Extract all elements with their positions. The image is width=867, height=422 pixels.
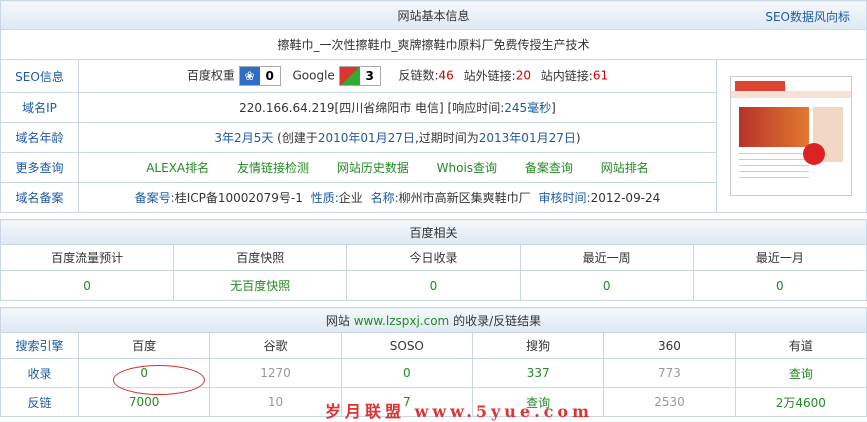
backlinks-value: 46 [438,68,454,83]
age-end: ) [575,131,581,145]
index-header-suffix: 的收录/反链结果 [453,313,542,328]
baidu-paw-icon: ❀ [239,67,260,85]
index-header: 网站 www.lzspxj.com 的收录/反链结果 [0,307,867,333]
baidu-header: 百度相关 [0,219,867,245]
ip-label: 域名IP [0,92,79,123]
index-360[interactable]: 773 [603,358,736,388]
alexa-link[interactable]: ALEXA排名 [146,161,209,175]
backlink-360[interactable]: 2530 [603,387,736,417]
beian-no-label: 备案号: [134,191,175,205]
company-value: 柳州市高新区集爽鞋巾厂 [398,191,531,205]
beian-no: 桂ICP备10002079号-1 [174,191,303,205]
watermark: 岁月联盟 www.5yue.com [325,402,594,421]
google-pr-icon [339,67,360,85]
baidu-table: 百度相关 百度流量预计 百度快照 今日收录 最近一周 最近一月 0 无百度快照 … [0,219,867,301]
site-info-table: 网站基本信息 SEO数据风向标 擦鞋巾_一次性擦鞋巾_爽牌擦鞋巾原料厂免费传授生… [0,0,867,213]
friendlink-check-link[interactable]: 友情链接检测 [237,161,309,175]
seo-label: SEO信息 [0,59,79,93]
backlink-youdao[interactable]: 2万4600 [734,387,867,417]
baidu-week-value: 0 [519,270,694,301]
baidu-weight-badge[interactable]: ❀ 0 [238,66,281,86]
google-pr-badge[interactable]: 3 [338,66,381,86]
index-header-prefix: 网站 [325,313,350,328]
response-label: [响应时间: [447,101,505,115]
engine-col-label: 搜索引擎 [0,332,79,359]
nature-label: 性质: [310,191,339,205]
created-value: 2010年01月27日 [317,131,415,145]
whois-link[interactable]: Whois查询 [437,161,497,175]
index-youdao[interactable]: 查询 [734,358,867,388]
baidu-weight-value: 0 [259,67,280,85]
expire-label: ,过期时间为 [414,131,479,145]
beian-query-link[interactable]: 备案查询 [525,161,573,175]
baidu-weight-label: 百度权重 [186,68,235,83]
backlinks-label: 反链数: [398,68,439,83]
baidu-col-week: 最近一周 [519,244,694,271]
engine-col-sogou: 搜狗 [471,332,605,359]
seo-trend-link[interactable]: SEO数据风向标 [765,8,850,25]
index-domain-link[interactable]: www.lzspxj.com [354,314,450,328]
beian-date: 2012-09-24 [590,191,661,205]
age-label: 域名年龄 [0,122,79,153]
ip-value: 220.166.64.219[四川省绵阳市 电信] [239,101,444,115]
site-thumbnail[interactable] [715,59,867,213]
engine-col-soso: SOSO [340,332,473,359]
more-query-links: ALEXA排名 友情链接检测 网站历史数据 Whois查询 备案查询 网站排名 [78,152,717,183]
expire-value: 2013年01月27日 [478,131,576,145]
baidu-today-value: 0 [346,270,521,301]
backlink-google[interactable]: 10 [209,387,342,417]
baidu-col-today: 今日收录 [346,244,521,271]
baidu-snapshot-value[interactable]: 无百度快照 [173,270,348,301]
seo-info-cell: 百度权重 ❀ 0 Google 3 反链数:46 站外链接:20 站内链接:61 [78,59,717,93]
response-value: 245毫秒 [504,101,552,115]
engine-col-360: 360 [603,332,736,359]
inlinks-label: 站内链接: [540,68,593,83]
google-label: Google [292,68,335,83]
engine-col-google: 谷歌 [209,332,342,359]
index-google[interactable]: 1270 [209,358,342,388]
site-info-title: 网站基本信息 [397,8,470,23]
more-query-label: 更多查询 [0,152,79,183]
inlinks-value: 61 [592,68,609,83]
history-link[interactable]: 网站历史数据 [337,161,409,175]
index-soso[interactable]: 0 [340,358,473,388]
beian-date-label: 审核时间: [538,191,591,205]
baidu-traffic-value: 0 [0,270,175,301]
baidu-col-snapshot: 百度快照 [173,244,348,271]
baidu-month-value: 0 [692,270,867,301]
baidu-col-traffic: 百度流量预计 [0,244,175,271]
index-row-label: 收录 [0,358,79,388]
backlink-row-label: 反链 [0,387,79,417]
site-rank-link[interactable]: 网站排名 [601,161,649,175]
response-end: ] [551,101,556,115]
nature-value: 企业 [338,191,363,205]
engine-col-youdao: 有道 [734,332,867,359]
thumbnail-image [730,76,853,196]
beian-cell: 备案号:桂ICP备10002079号-1 性质:企业 名称:柳州市高新区集爽鞋巾… [78,182,717,213]
company-label: 名称: [370,191,399,205]
beian-label: 域名备案 [0,182,79,213]
age-cell: 3年2月5天 (创建于2010年01月27日,过期时间为2013年01月27日) [78,122,717,153]
annotation-circle [113,365,205,395]
site-info-header: 网站基本信息 SEO数据风向标 [0,0,867,30]
ip-cell: 220.166.64.219[四川省绵阳市 电信] [响应时间:245毫秒] [78,92,717,123]
site-title: 擦鞋巾_一次性擦鞋巾_爽牌擦鞋巾原料厂免费传授生产技术 [0,29,867,60]
baidu-col-month: 最近一月 [692,244,867,271]
outlinks-value: 20 [515,68,531,83]
created-label: (创建于 [277,131,318,145]
engine-col-baidu: 百度 [77,332,211,359]
outlinks-label: 站外链接: [463,68,516,83]
index-sogou[interactable]: 337 [471,358,605,388]
google-pr-value: 3 [359,67,380,85]
age-value: 3年2月5天 [214,131,274,145]
